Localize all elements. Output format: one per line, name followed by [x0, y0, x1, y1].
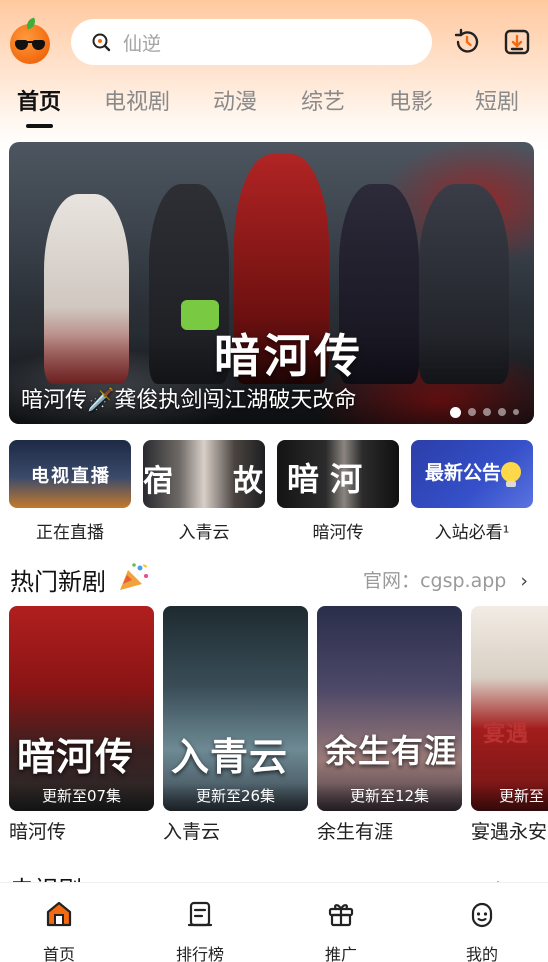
quick-entry-anhezhuan[interactable]: 暗 河 暗河传 [277, 440, 399, 543]
nav-promotion[interactable]: 推广 [301, 899, 381, 962]
tab-home[interactable]: 首页 [17, 84, 61, 116]
drama-poster: 入青云 更新至26集 [163, 606, 308, 811]
nav-profile[interactable]: 我的 [442, 899, 522, 962]
drama-poster: 余生有涯 更新至12集 [317, 606, 462, 811]
drama-card[interactable]: 余生有涯 更新至12集 余生有涯 [317, 606, 462, 844]
quick-entry-label: 正在直播 [36, 523, 104, 543]
pagination-dot [468, 408, 476, 416]
pagination-dot [513, 409, 519, 415]
official-url: cgsp.app [420, 570, 507, 592]
quick-entry-label: 入站必看¹ [434, 523, 510, 543]
thumb-text: 暗 河 [287, 460, 363, 498]
tab-tv-series[interactable]: 电视剧 [104, 84, 170, 116]
quick-entry-live[interactable]: 电视直播 正在直播 [9, 440, 131, 543]
home-icon [46, 901, 72, 927]
banner-pagination [450, 406, 526, 418]
lightbulb-icon [501, 462, 521, 487]
drama-name: 宴遇永安 [471, 821, 548, 843]
thumb-text: 电视直播 [31, 466, 111, 487]
banner-caption: 暗河传🗡️龚俊执剑闯江湖破天改命 [21, 388, 357, 413]
episode-badge: 更新至12集 [317, 783, 462, 811]
poster-title: 暗河传 [17, 734, 135, 779]
episode-badge: 更新至26集 [163, 783, 308, 811]
nav-label: 我的 [465, 945, 498, 962]
banner-logo-text: 暗河传 [214, 329, 364, 383]
tab-movie[interactable]: 电影 [389, 84, 433, 116]
search-placeholder: 仙逆 [123, 32, 162, 55]
download-icon[interactable] [500, 25, 534, 59]
nav-home[interactable]: 首页 [19, 899, 99, 962]
search-icon [92, 33, 111, 52]
nav-label: 排行榜 [175, 945, 224, 962]
poster-title: 余生有涯 [325, 732, 458, 770]
thumb-text: 故 [233, 464, 263, 499]
hero-banner[interactable]: 暗河传 暗河传🗡️龚俊执剑闯江湖破天改命 [9, 142, 534, 424]
drama-name: 入青云 [163, 821, 221, 843]
bottom-navigation: 首页 排行榜 推广 我的 [0, 882, 548, 962]
leaf-icon [24, 17, 38, 30]
history-icon[interactable] [450, 25, 484, 59]
tab-anime[interactable]: 动漫 [213, 84, 257, 116]
drama-name: 余生有涯 [317, 821, 394, 843]
drama-name: 暗河传 [9, 821, 67, 843]
thumb-text: 最新公告 [425, 462, 502, 484]
episode-badge: 更新至 [471, 783, 548, 811]
tab-indicator [26, 124, 53, 128]
pagination-dot [498, 408, 506, 416]
drama-card[interactable]: 宴遇 更新至 宴遇永安 [471, 606, 548, 844]
drama-poster: 暗河传 更新至07集 [9, 606, 154, 811]
drama-card[interactable]: 入青云 更新至26集 入青云 [163, 606, 308, 844]
quick-entry-thumb: 宿 故 [143, 440, 265, 508]
official-prefix: 官网： [363, 570, 421, 592]
party-popper-icon [120, 563, 148, 590]
sunglasses-icon [15, 40, 45, 52]
app-logo-icon[interactable] [10, 17, 50, 64]
nav-ranking[interactable]: 排行榜 [160, 899, 240, 962]
quick-entry-label: 暗河传 [312, 523, 364, 543]
quick-entry-thumb: 电视直播 [9, 440, 131, 508]
episode-badge: 更新至07集 [9, 783, 154, 811]
nav-label: 推广 [324, 945, 357, 962]
header: 仙逆 [0, 14, 548, 74]
quick-entry-ruqingyun[interactable]: 宿 故 入青云 [143, 440, 265, 543]
quick-entry-label: 入青云 [178, 523, 230, 543]
gift-icon [328, 904, 354, 927]
tab-short-drama[interactable]: 短剧 [475, 84, 519, 116]
app-root: 仙逆 首页 电视剧 动漫 综艺 电影 短剧 暗河传 暗河传🗡️龚俊执剑闯江湖破天… [0, 0, 548, 962]
section-title: 热门新剧 [10, 568, 106, 596]
category-tabs: 首页 电视剧 动漫 综艺 电影 短剧 [0, 80, 548, 130]
nav-label: 首页 [42, 945, 75, 962]
drama-poster: 宴遇 更新至 [471, 606, 548, 811]
ranking-icon [187, 901, 213, 927]
quick-entry-thumb: 暗 河 [277, 440, 399, 508]
tab-variety[interactable]: 综艺 [301, 84, 345, 116]
pagination-dot-active [450, 406, 461, 418]
profile-icon [471, 902, 493, 928]
drama-card[interactable]: 暗河传 更新至07集 暗河传 [9, 606, 154, 844]
quick-entry-thumb: 最新公告 [411, 440, 533, 508]
search-bar[interactable]: 仙逆 [71, 19, 432, 65]
thumb-text: 宿 [143, 464, 173, 499]
poster-title: 入青云 [171, 734, 289, 779]
poster-title: 宴遇 [483, 721, 530, 747]
pagination-dot [483, 408, 491, 416]
official-site-link[interactable]: 官网：cgsp.app › [363, 566, 528, 593]
chevron-right-icon: › [520, 570, 528, 592]
quick-entry-notice[interactable]: 最新公告 入站必看¹ [411, 440, 533, 543]
